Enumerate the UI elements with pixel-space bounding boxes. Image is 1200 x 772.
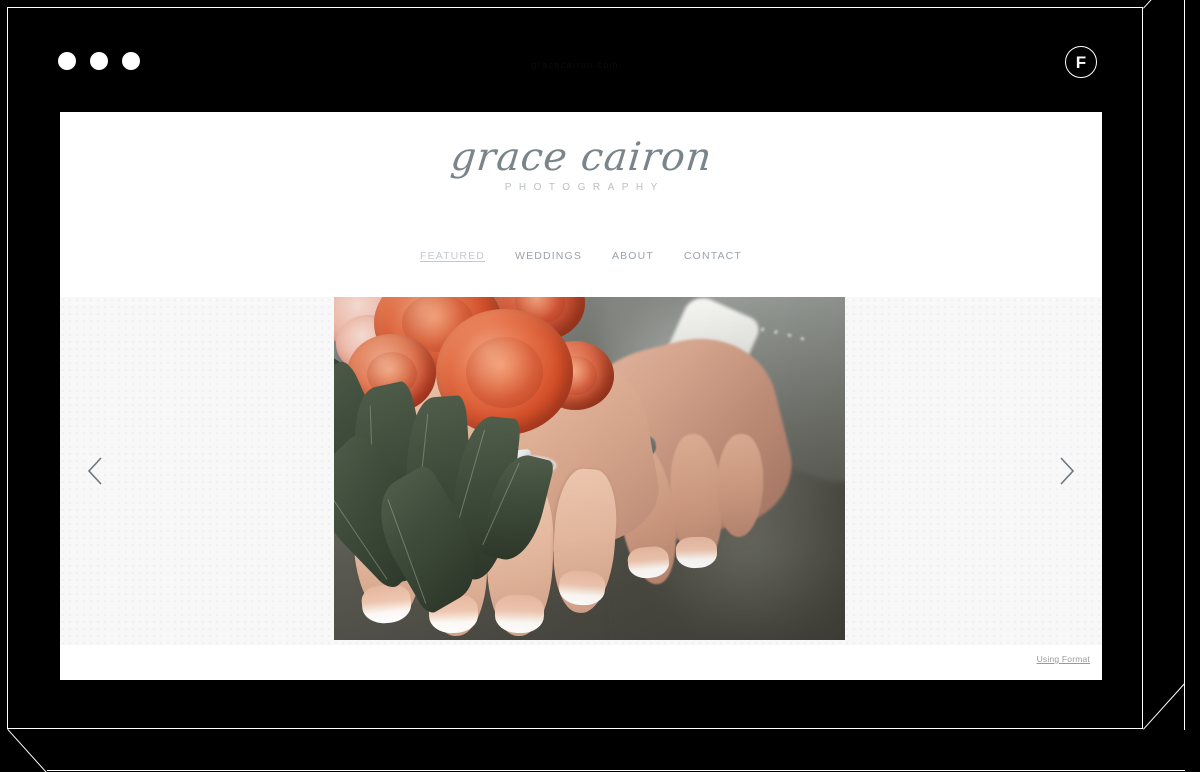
- page-viewport: grace cairon PHOTOGRAPHY FEATURED WEDDIN…: [60, 112, 1102, 680]
- using-format-link[interactable]: Using Format: [1037, 654, 1090, 664]
- nav-item-featured[interactable]: FEATURED: [420, 250, 485, 262]
- slider-next-button[interactable]: [1032, 297, 1102, 645]
- site-logo[interactable]: grace cairon PHOTOGRAPHY: [60, 135, 1102, 193]
- slider-prev-button[interactable]: [60, 297, 130, 645]
- chevron-right-icon: [1060, 457, 1075, 485]
- photo-vignette: [334, 297, 845, 640]
- site-header: grace cairon PHOTOGRAPHY FEATURED WEDDIN…: [60, 112, 1102, 297]
- perspective-edge-bottom: [47, 770, 1185, 772]
- address-bar-text[interactable]: gracecairon.com: [8, 60, 1142, 70]
- slider-image[interactable]: [334, 297, 845, 640]
- screenshot-root: gracecairon.com F grace cairon PHOTOGRAP…: [0, 0, 1200, 772]
- nav-item-weddings[interactable]: WEDDINGS: [515, 250, 582, 262]
- logo-subtitle: PHOTOGRAPHY: [504, 181, 665, 193]
- perspective-diagonal-bottom-left: [6, 729, 50, 772]
- nav-item-contact[interactable]: CONTACT: [684, 250, 742, 262]
- browser-titlebar: gracecairon.com F: [8, 8, 1142, 112]
- logo-script-name: grace cairon: [448, 135, 714, 180]
- chevron-left-icon: [87, 457, 102, 485]
- perspective-diagonal-top-right: [1143, 0, 1186, 9]
- site-footer: Using Format: [60, 645, 1102, 680]
- browser-window: gracecairon.com F grace cairon PHOTOGRAP…: [8, 8, 1142, 728]
- image-slider: [60, 297, 1102, 645]
- perspective-diagonal-bottom-right: [1143, 682, 1186, 730]
- main-navigation: FEATURED WEDDINGS ABOUT CONTACT: [60, 250, 1102, 262]
- format-logo-icon[interactable]: F: [1065, 46, 1097, 78]
- perspective-edge-right: [1184, 0, 1186, 730]
- nav-item-about[interactable]: ABOUT: [612, 250, 654, 262]
- wedding-hands-photo: [334, 297, 845, 640]
